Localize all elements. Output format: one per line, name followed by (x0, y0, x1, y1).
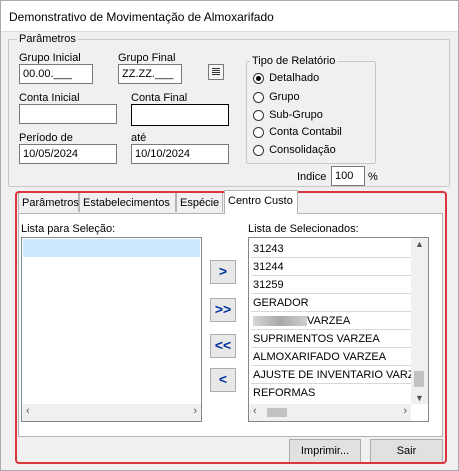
conta-inicial-label: Conta Inicial (19, 92, 80, 104)
radio-label: Detalhado (269, 72, 320, 85)
grupo-final-input[interactable]: ZZ.ZZ.___ (118, 64, 182, 84)
indice-label: Indice (297, 171, 327, 183)
radio-icon (253, 144, 264, 156)
list-lookup-icon[interactable] (208, 64, 224, 80)
window-title: Demonstrativo de Movimentação de Almoxar… (9, 10, 274, 24)
indice-input[interactable]: 100 (331, 166, 365, 186)
conta-inicial-input[interactable] (19, 104, 117, 124)
grupo-inicial-input[interactable]: 00.00.___ (19, 64, 93, 84)
radio-label: Conta Contabil (269, 126, 342, 139)
radio-label: Consolidação (269, 144, 336, 157)
radio-icon (253, 126, 264, 138)
grupo-inicial-label: Grupo Inicial (19, 52, 81, 64)
radio-detalhado[interactable]: Detalhado (253, 72, 319, 84)
grupo-final-label: Grupo Final (118, 52, 176, 64)
periodo-de-input[interactable]: 10/05/2024 (19, 144, 117, 164)
title-bar[interactable]: Demonstrativo de Movimentação de Almoxar… (1, 1, 458, 32)
radio-selected-icon (253, 72, 264, 84)
periodo-de-label: Período de (19, 132, 73, 144)
ate-input[interactable]: 10/10/2024 (131, 144, 229, 164)
radio-consolidacao[interactable]: Consolidação (253, 144, 336, 156)
ate-label: até (131, 132, 147, 144)
conta-final-input[interactable] (131, 104, 229, 126)
highlight-frame (15, 191, 447, 464)
radio-grupo[interactable]: Grupo (253, 91, 300, 103)
radio-label: Grupo (269, 91, 300, 104)
radio-icon (253, 109, 264, 121)
tab-centro-custo[interactable]: Centro Custo (224, 190, 298, 214)
parameters-legend: Parâmetros (17, 33, 78, 45)
conta-final-label: Conta Final (131, 92, 188, 104)
radio-label: Sub-Grupo (269, 109, 323, 122)
indice-unit: % (368, 171, 378, 183)
report-type-legend: Tipo de Relatório (250, 55, 338, 67)
radio-sub-grupo[interactable]: Sub-Grupo (253, 109, 323, 121)
radio-icon (253, 91, 264, 103)
radio-conta-contabil[interactable]: Conta Contabil (253, 126, 342, 138)
